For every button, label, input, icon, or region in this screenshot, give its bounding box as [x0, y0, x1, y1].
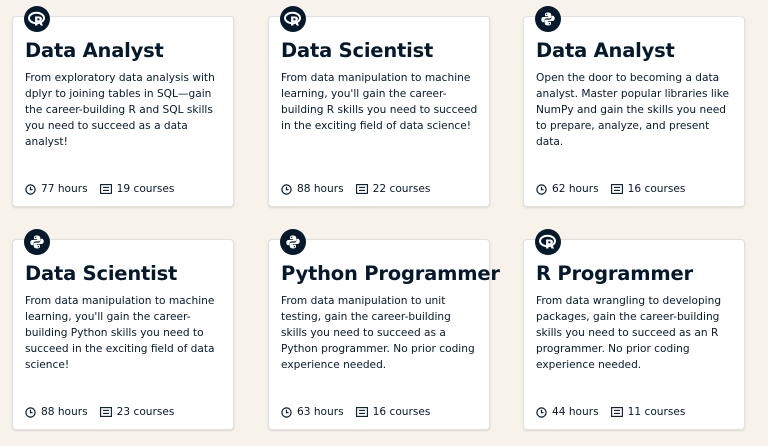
duration-stat: 88 hours [281, 183, 344, 195]
card-meta: 44 hours 11 courses [536, 406, 685, 418]
hours-label: 62 hours [552, 183, 599, 195]
card-meta: 88 hours 23 courses [25, 406, 174, 418]
duration-stat: 77 hours [25, 183, 88, 195]
courses-stat: 16 courses [355, 406, 431, 418]
r-logo-icon: R [24, 6, 50, 32]
python-logo-icon [535, 6, 561, 32]
courses-stat: 22 courses [355, 183, 431, 195]
hours-label: 77 hours [41, 183, 88, 195]
card-meta: 88 hours 22 courses [281, 183, 430, 195]
duration-stat: 62 hours [536, 183, 599, 195]
hours-label: 88 hours [297, 183, 344, 195]
card-description: Open the door to becoming a data analyst… [536, 72, 729, 148]
courses-icon [610, 407, 623, 417]
card-description: From exploratory data analysis with dply… [25, 72, 215, 148]
card-title: R Programmer [536, 262, 693, 285]
svg-text:R: R [290, 15, 299, 29]
clock-icon [536, 183, 547, 195]
courses-label: 16 courses [627, 183, 686, 195]
card-meta: 63 hours 16 courses [281, 406, 430, 418]
duration-stat: 44 hours [536, 406, 599, 418]
courses-icon [355, 407, 368, 417]
clock-icon [536, 406, 547, 418]
clock-icon [25, 183, 36, 195]
career-track-card[interactable]: Data Analyst Open the door to becoming a… [523, 6, 745, 207]
courses-stat: 23 courses [99, 406, 175, 418]
svg-text:R: R [34, 15, 43, 29]
duration-stat: 88 hours [25, 406, 88, 418]
courses-icon [99, 184, 112, 194]
card-description: From data wrangling to developing packag… [536, 295, 722, 371]
career-track-card[interactable]: R Data Scientist From data manipulation … [268, 6, 490, 207]
card-title: Data Analyst [536, 39, 675, 62]
svg-text:R: R [545, 238, 554, 252]
clock-icon [25, 406, 36, 418]
hours-label: 44 hours [552, 406, 599, 418]
courses-label: 16 courses [372, 406, 431, 418]
card-description: From data manipulation to machine learni… [281, 72, 478, 132]
clock-icon [281, 406, 292, 418]
courses-stat: 19 courses [99, 183, 175, 195]
courses-stat: 16 courses [610, 183, 686, 195]
courses-icon [355, 184, 368, 194]
courses-stat: 11 courses [610, 406, 686, 418]
career-track-card[interactable]: R R Programmer From data wrangling to de… [523, 229, 745, 430]
duration-stat: 63 hours [281, 406, 344, 418]
career-track-card[interactable]: Python Programmer From data manipulation… [268, 229, 500, 430]
r-logo-icon: R [535, 229, 561, 255]
card-title: Data Scientist [25, 262, 178, 285]
courses-icon [99, 407, 112, 417]
python-logo-icon [24, 229, 50, 255]
python-logo-icon [280, 229, 306, 255]
hours-label: 88 hours [41, 406, 88, 418]
r-logo-icon: R [280, 6, 306, 32]
courses-icon [610, 184, 623, 194]
career-track-card[interactable]: Data Scientist From data manipulation to… [12, 229, 234, 430]
card-title: Data Analyst [25, 39, 164, 62]
clock-icon [281, 183, 292, 195]
card-meta: 62 hours 16 courses [536, 183, 685, 195]
career-track-card[interactable]: R Data Analyst From exploratory data ana… [12, 6, 234, 207]
card-title: Python Programmer [281, 262, 500, 285]
courses-label: 19 courses [116, 183, 175, 195]
card-meta: 77 hours 19 courses [25, 183, 174, 195]
hours-label: 63 hours [297, 406, 344, 418]
card-title: Data Scientist [281, 39, 434, 62]
courses-label: 23 courses [116, 406, 175, 418]
courses-label: 22 courses [372, 183, 431, 195]
card-description: From data manipulation to unit testing, … [281, 295, 475, 371]
courses-label: 11 courses [627, 406, 686, 418]
card-description: From data manipulation to machine learni… [25, 295, 215, 371]
